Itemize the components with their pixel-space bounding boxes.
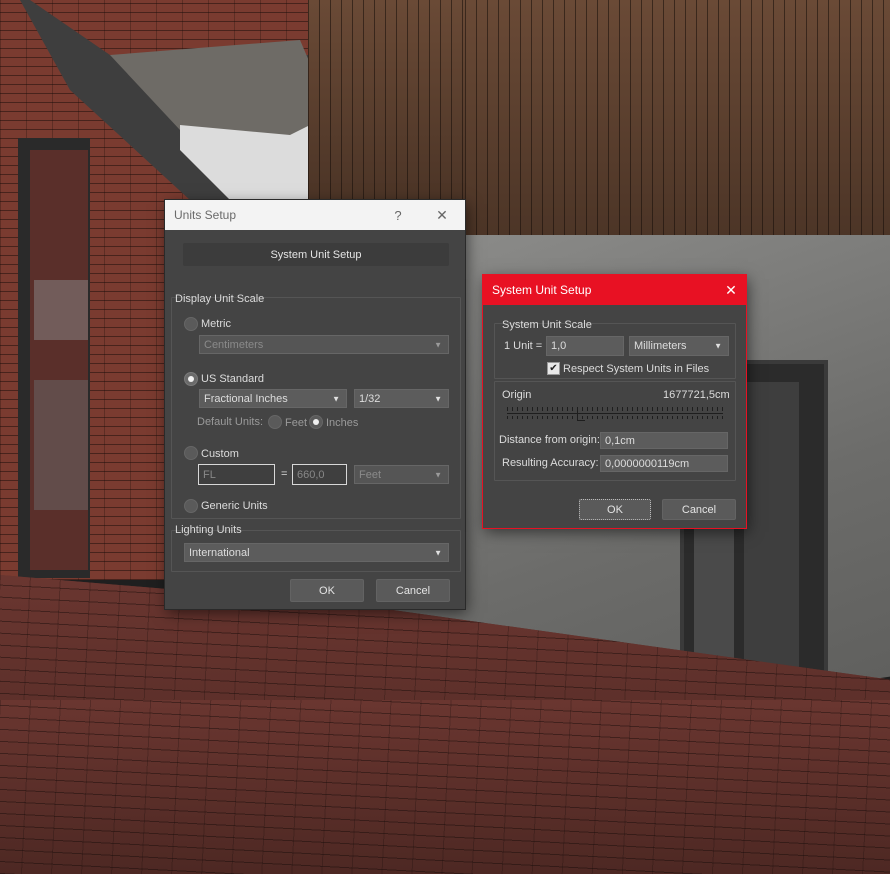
custom-amount-value: 660,0 — [297, 468, 325, 481]
custom-unit-dropdown[interactable]: Feet ▼ — [354, 465, 449, 484]
metric-units-value: Centimeters — [204, 338, 264, 351]
origin-slider-thumb[interactable] — [577, 408, 585, 421]
origin-label: Origin — [502, 389, 532, 401]
close-icon[interactable]: ✕ — [427, 200, 457, 230]
us-standard-label[interactable]: US Standard — [201, 373, 264, 385]
cancel-button[interactable]: Cancel — [662, 499, 736, 520]
us-standard-radio[interactable] — [184, 372, 198, 386]
custom-label[interactable]: Custom — [201, 448, 239, 460]
help-icon[interactable]: ? — [383, 200, 413, 230]
default-inches-label[interactable]: Inches — [326, 417, 358, 429]
us-standard-type-dropdown[interactable]: Fractional Inches ▼ — [199, 389, 347, 408]
us-standard-type-value: Fractional Inches — [204, 392, 288, 405]
distance-from-origin-value: 0,1cm — [605, 434, 635, 447]
resulting-accuracy-label: Resulting Accuracy: — [502, 457, 599, 469]
brick-paving-front — [0, 700, 890, 874]
dialog-title: System Unit Setup — [492, 283, 592, 297]
close-icon[interactable]: ✕ — [716, 275, 746, 305]
one-unit-label: 1 Unit = — [504, 340, 543, 352]
dialog-title: Units Setup — [174, 208, 237, 222]
default-feet-label[interactable]: Feet — [285, 417, 307, 429]
system-units-value: Millimeters — [634, 340, 687, 352]
units-setup-dialog: Units Setup ? ✕ System Unit Setup Displa… — [165, 200, 465, 609]
custom-unit-value: Feet — [359, 468, 382, 481]
respect-units-label[interactable]: Respect System Units in Files — [563, 363, 709, 375]
respect-units-checkbox[interactable]: ✔ — [547, 362, 560, 375]
system-units-dropdown[interactable]: Millimeters ▼ — [629, 336, 729, 356]
distance-from-origin-input[interactable]: 0,1cm — [600, 432, 728, 449]
origin-slider-ticks-bottom — [507, 416, 723, 419]
origin-slider[interactable] — [507, 405, 723, 421]
fraction-value: 1/32 — [359, 392, 381, 405]
ok-button[interactable]: OK — [290, 579, 364, 602]
unit-scale-value: 1,0 — [551, 340, 567, 352]
generic-units-radio[interactable] — [184, 499, 198, 513]
system-unit-setup-titlebar[interactable]: System Unit Setup ✕ — [483, 275, 746, 305]
cancel-button[interactable]: Cancel — [376, 579, 450, 602]
metric-radio[interactable] — [184, 317, 198, 331]
wood-strip — [465, 0, 890, 245]
fraction-dropdown[interactable]: 1/32 ▼ — [354, 389, 449, 408]
metric-units-dropdown[interactable]: Centimeters ▼ — [199, 335, 449, 354]
custom-name-input[interactable]: FL — [198, 464, 275, 485]
default-feet-radio[interactable] — [268, 415, 282, 429]
default-units-label: Default Units: — [197, 416, 264, 428]
unit-scale-input[interactable]: 1,0 — [546, 336, 624, 356]
display-unit-scale-label: Display Unit Scale — [175, 293, 265, 305]
lighting-units-dropdown[interactable]: International ▼ — [184, 543, 449, 562]
custom-amount-input[interactable]: 660,0 — [292, 464, 347, 485]
distance-from-origin-label: Distance from origin: — [499, 434, 600, 446]
generic-units-label[interactable]: Generic Units — [201, 500, 268, 512]
metric-label[interactable]: Metric — [201, 318, 231, 330]
origin-slider-ticks — [507, 407, 723, 411]
dropdown-arrow-icon: ▼ — [434, 340, 442, 349]
custom-radio[interactable] — [184, 446, 198, 460]
dropdown-arrow-icon: ▼ — [434, 394, 442, 403]
units-setup-titlebar[interactable]: Units Setup ? ✕ — [165, 200, 465, 230]
lighting-units-value: International — [189, 546, 250, 559]
default-inches-radio[interactable] — [309, 415, 323, 429]
custom-equals-label: = — [281, 468, 288, 480]
system-unit-setup-button[interactable]: System Unit Setup — [183, 243, 449, 266]
system-unit-scale-label: System Unit Scale — [502, 319, 592, 331]
dropdown-arrow-icon: ▼ — [332, 394, 340, 403]
ok-button[interactable]: OK — [579, 499, 651, 520]
dropdown-arrow-icon: ▼ — [434, 470, 442, 479]
resulting-accuracy-field: 0,0000000119cm — [600, 455, 728, 472]
checkmark-icon: ✔ — [549, 363, 558, 374]
dropdown-arrow-icon: ▼ — [714, 341, 722, 351]
origin-value: 1677721,5cm — [663, 389, 730, 401]
dropdown-arrow-icon: ▼ — [434, 548, 442, 557]
custom-name-value: FL — [203, 468, 216, 481]
lighting-units-label: Lighting Units — [175, 524, 242, 536]
resulting-accuracy-value: 0,0000000119cm — [605, 457, 690, 470]
display-unit-scale-group — [171, 297, 461, 519]
system-unit-setup-dialog: System Unit Setup ✕ System Unit Scale 1 … — [483, 275, 746, 528]
origin-slider-track — [507, 413, 723, 414]
